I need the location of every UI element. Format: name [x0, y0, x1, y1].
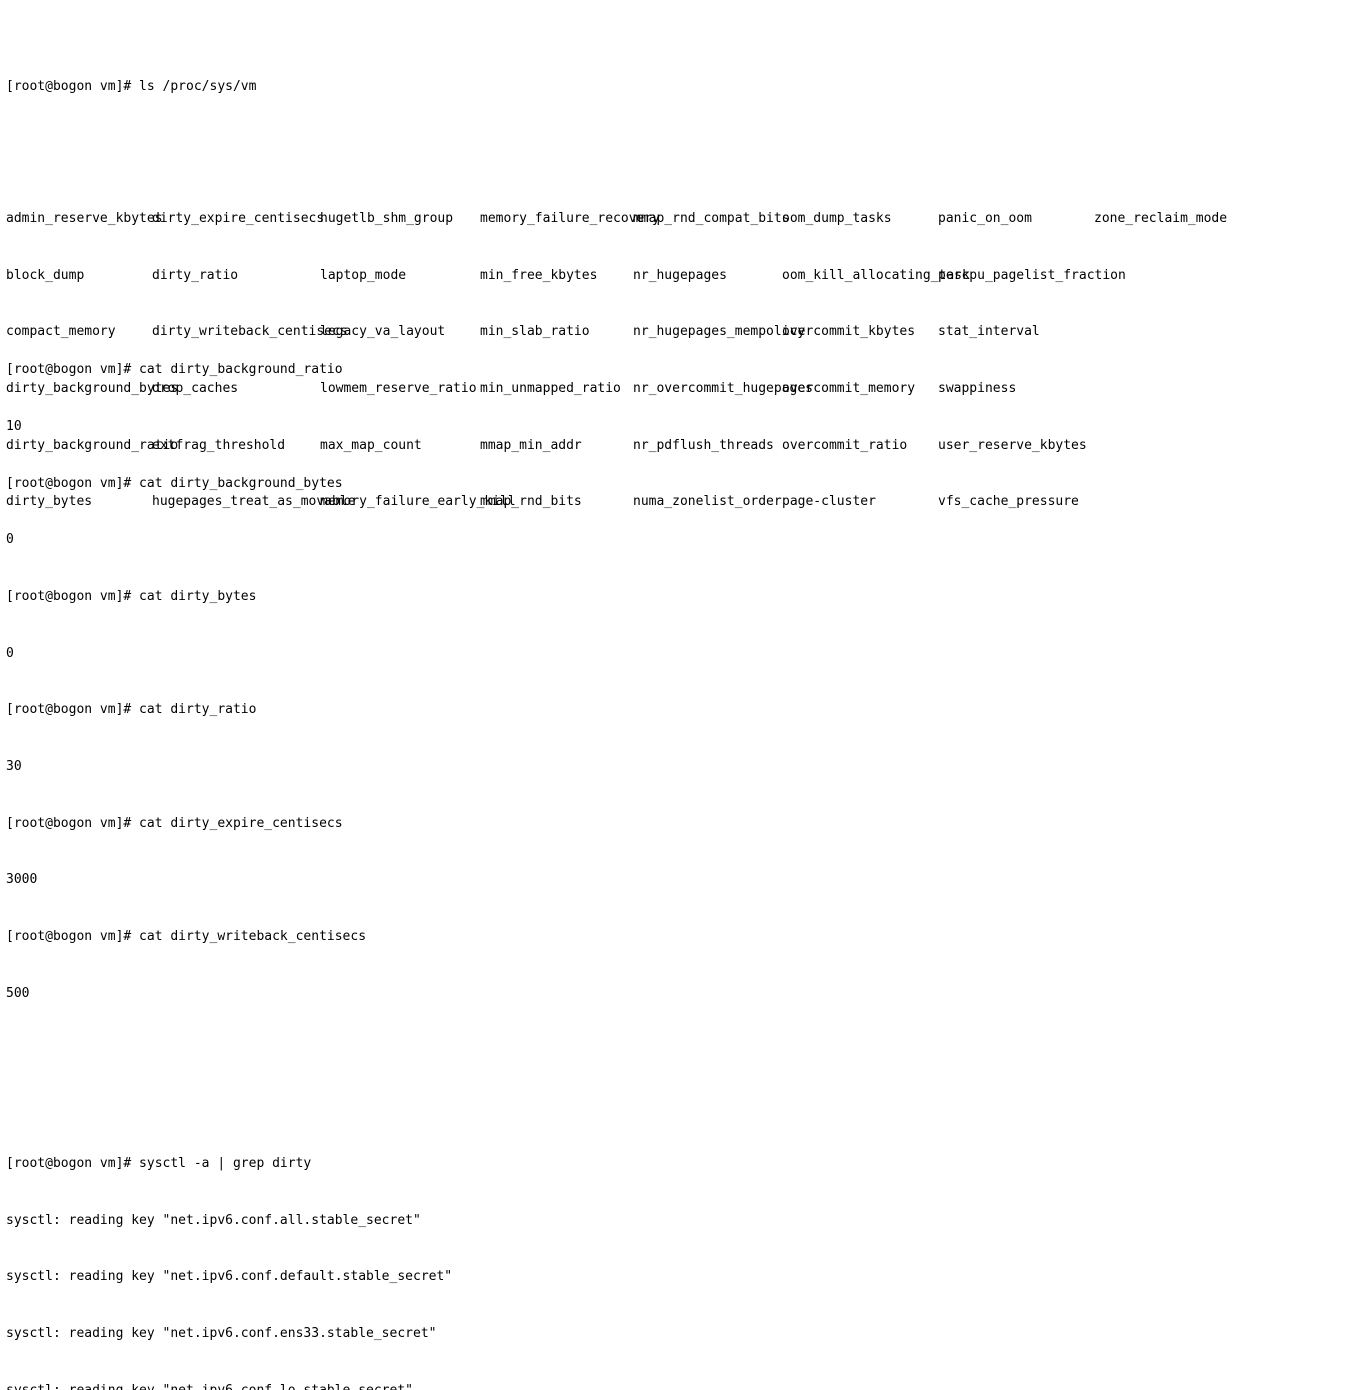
output-dirty-bytes: 0 — [6, 645, 14, 661]
command-line-cat-dirty-expire-centisecs: [root@bogon vm]# cat dirty_expire_centis… — [6, 815, 343, 831]
output-dirty-expire-centisecs: 3000 — [6, 872, 38, 888]
terminal-window[interactable]: [root@bogon vm]# ls /proc/sys/vm admin_r… — [0, 0, 1366, 1390]
ls-column-8: zone_reclaim_mode — [1094, 172, 1227, 267]
command-line-cat-dirty-ratio: [root@bogon vm]# cat dirty_ratio — [6, 702, 257, 718]
command-line-cat-dirty-bytes: [root@bogon vm]# cat dirty_bytes — [6, 588, 257, 604]
ls-entry: zone_reclaim_mode — [1094, 210, 1228, 226]
sysctl-warning: sysctl: reading key "net.ipv6.conf.ens33… — [6, 1326, 437, 1342]
sysctl-warning: sysctl: reading key "net.ipv6.conf.all.s… — [6, 1212, 421, 1228]
ls-output-grid: admin_reserve_kbytes block_dump compact_… — [6, 172, 1366, 510]
ls-entry: swappiness — [938, 381, 1017, 397]
command-line-sysctl: [root@bogon vm]# sysctl -a | grep dirty — [6, 1156, 312, 1172]
output-dirty-writeback-centisecs: 500 — [6, 985, 30, 1001]
ls-entry: percpu_pagelist_fraction — [938, 267, 1126, 283]
command-line-cat-dirty-writeback-centisecs: [root@bogon vm]# cat dirty_writeback_cen… — [6, 929, 367, 945]
ls-entry: stat_interval — [938, 324, 1040, 340]
sysctl-warning: sysctl: reading key "net.ipv6.conf.defau… — [6, 1269, 453, 1285]
ls-entry: user_reserve_kbytes — [938, 437, 1087, 453]
ls-entry: vfs_cache_pressure — [938, 494, 1079, 510]
sysctl-warning: sysctl: reading key "net.ipv6.conf.lo.st… — [6, 1382, 1366, 1390]
output-dirty-ratio: 30 — [6, 759, 22, 775]
command-line-ls: [root@bogon vm]# ls /proc/sys/vm — [6, 78, 257, 94]
